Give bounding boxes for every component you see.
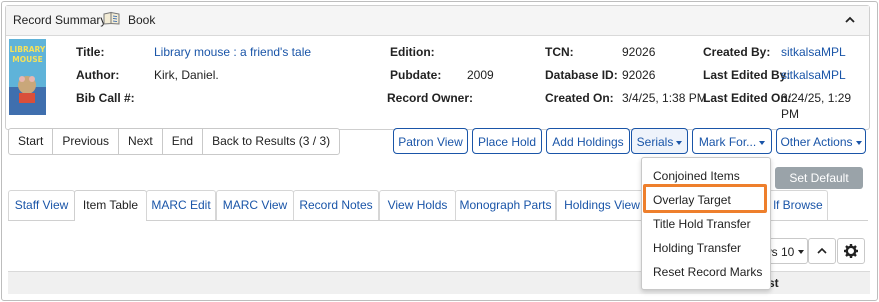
start-button[interactable]: Start	[9, 129, 54, 154]
mark-for-label: Mark For...	[698, 135, 757, 149]
author-label: Author:	[76, 68, 120, 82]
last-edited-on-value: 3/24/25, 1:29	[781, 91, 852, 105]
caret-down-icon	[676, 140, 683, 145]
tab-view-holds[interactable]: View Holds	[379, 190, 456, 220]
last-edited-by-link[interactable]: sitkalsaMPL	[781, 68, 846, 82]
add-holdings-label: Add Holdings	[552, 135, 624, 149]
overlay-target-highlight	[643, 184, 767, 213]
tab-marc-view[interactable]: MARC View	[216, 190, 294, 220]
tab-marc-edit[interactable]: MARC Edit	[146, 190, 216, 220]
menu-item-reset-record-marks[interactable]: Reset Record Marks	[653, 265, 762, 279]
add-holdings-button[interactable]: Add Holdings	[546, 128, 630, 154]
created-by-link[interactable]: sitkalsaMPL	[781, 45, 846, 59]
pubdate-label: Pubdate:	[390, 68, 442, 82]
record-summary-card: Record Summary Book LIBRARY MOUSE Title:…	[5, 5, 870, 130]
cover-title-line-1: LIBRARY	[10, 45, 46, 54]
tab-staff-view[interactable]: Staff View	[8, 190, 75, 220]
record-type-label: Book	[128, 13, 156, 27]
patron-view-button[interactable]: Patron View	[393, 128, 468, 154]
pubdate-value: 2009	[467, 68, 494, 82]
book-cover-image: LIBRARY MOUSE	[9, 39, 46, 115]
caret-down-icon	[798, 250, 804, 254]
database-id-label: Database ID:	[545, 68, 618, 82]
menu-item-holding-transfer[interactable]: Holding Transfer	[653, 241, 741, 255]
created-by-label: Created By:	[703, 45, 771, 59]
caret-down-icon	[759, 140, 766, 145]
record-summary-title: Record Summary	[13, 13, 107, 27]
previous-button[interactable]: Previous	[53, 129, 120, 154]
tab-holdings-view[interactable]: Holdings View	[556, 190, 648, 220]
patron-view-label: Patron View	[398, 135, 463, 149]
database-id-value: 92026	[622, 68, 656, 82]
tcn-value: 92026	[622, 45, 656, 59]
title-link[interactable]: Library mouse : a friend's tale	[154, 45, 311, 59]
place-hold-button[interactable]: Place Hold	[472, 128, 542, 154]
record-navigation: Start Previous Next End Back to Results …	[8, 128, 341, 155]
other-actions-label: Other Actions	[780, 135, 853, 149]
serials-menu: Conjoined Items Overlay Target Title Hol…	[641, 157, 771, 290]
serials-label: Serials	[636, 135, 674, 149]
created-on-value: 3/4/25, 1:38 PM	[622, 91, 707, 105]
place-hold-label: Place Hold	[477, 135, 537, 149]
book-icon	[103, 11, 120, 25]
chevron-up-icon[interactable]	[842, 12, 858, 28]
author-value: Kirk, Daniel.	[154, 68, 219, 82]
next-button[interactable]: Next	[119, 129, 163, 154]
tab-item-table[interactable]: Item Table	[74, 190, 147, 221]
caret-down-icon	[855, 140, 862, 145]
tab-monograph-parts[interactable]: Monograph Parts	[455, 190, 556, 220]
collapse-grid-button[interactable]	[808, 238, 836, 264]
created-on-label: Created On:	[545, 91, 614, 105]
tab-record-notes[interactable]: Record Notes	[293, 190, 379, 220]
bib-call-label: Bib Call #:	[76, 91, 135, 105]
gear-icon	[844, 244, 858, 258]
mark-for-dropdown-button[interactable]: Mark For...	[692, 128, 772, 154]
chevron-up-icon	[817, 247, 827, 254]
cover-title-line-2: MOUSE	[12, 55, 42, 64]
back-to-results-button[interactable]: Back to Results (3 / 3)	[203, 129, 339, 154]
last-edited-by-label: Last Edited By:	[703, 68, 791, 82]
menu-item-conjoined-items[interactable]: Conjoined Items	[653, 169, 740, 183]
end-button[interactable]: End	[163, 129, 204, 154]
last-edited-on-value-line-2: PM	[781, 107, 799, 121]
grid-settings-button[interactable]	[837, 238, 865, 264]
tab-shelf-browse[interactable]: lf Browse	[768, 190, 828, 220]
tcn-label: TCN:	[545, 45, 574, 59]
title-label: Title:	[76, 45, 105, 59]
serials-dropdown-button[interactable]: Serials	[631, 128, 688, 154]
record-owner-label: Record Owner:	[387, 91, 474, 105]
menu-item-title-hold-transfer[interactable]: Title Hold Transfer	[653, 217, 751, 231]
set-default-view-button[interactable]: Set Default View	[775, 167, 863, 207]
record-summary-header: Record Summary Book	[6, 6, 869, 36]
other-actions-dropdown-button[interactable]: Other Actions	[776, 128, 866, 154]
last-edited-on-label: Last Edited On:	[703, 91, 792, 105]
edition-label: Edition:	[390, 45, 435, 59]
